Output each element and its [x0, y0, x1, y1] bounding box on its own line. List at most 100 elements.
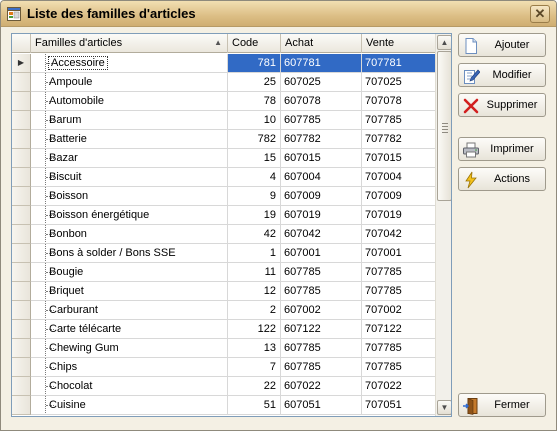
cell-achat[interactable]: 607004	[281, 168, 362, 187]
cell-vente[interactable]: 707025	[362, 73, 445, 92]
cell-vente[interactable]: 707782	[362, 130, 445, 149]
cell-vente[interactable]: 707785	[362, 282, 445, 301]
row-header[interactable]	[12, 206, 31, 225]
cell-achat[interactable]: 607002	[281, 301, 362, 320]
row-header[interactable]: ▶	[12, 54, 31, 73]
row-header[interactable]	[12, 396, 31, 415]
row-header[interactable]	[12, 149, 31, 168]
cell-vente[interactable]: 707002	[362, 301, 445, 320]
delete-button[interactable]: Supprimer	[458, 93, 546, 117]
cell-famille[interactable]: Accessoire	[31, 54, 228, 73]
table-row[interactable]: Chocolat 22 607022 707022	[12, 377, 445, 396]
cell-vente[interactable]: 707004	[362, 168, 445, 187]
cell-famille[interactable]: Carte télécarte	[31, 320, 228, 339]
cell-famille[interactable]: Carburant	[31, 301, 228, 320]
cell-famille[interactable]: Boisson énergétique	[31, 206, 228, 225]
cell-achat[interactable]: 607785	[281, 358, 362, 377]
column-header-famille[interactable]: Familles d'articles ▲	[31, 34, 228, 53]
table-row[interactable]: Ampoule 25 607025 707025	[12, 73, 445, 92]
row-header[interactable]	[12, 168, 31, 187]
table-row[interactable]: ▶ Accessoire 781 607781 707781	[12, 54, 445, 73]
scroll-up-button[interactable]: ▲	[437, 35, 451, 50]
cell-famille[interactable]: Automobile	[31, 92, 228, 111]
cell-code[interactable]: 42	[228, 225, 281, 244]
cell-vente[interactable]: 707785	[362, 111, 445, 130]
cell-achat[interactable]: 607785	[281, 339, 362, 358]
table-row[interactable]: Boisson 9 607009 707009	[12, 187, 445, 206]
cell-famille[interactable]: Bougie	[31, 263, 228, 282]
cell-achat[interactable]: 607781	[281, 54, 362, 73]
cell-code[interactable]: 15	[228, 149, 281, 168]
table-row[interactable]: Carburant 2 607002 707002	[12, 301, 445, 320]
table-row[interactable]: Barum 10 607785 707785	[12, 111, 445, 130]
row-header[interactable]	[12, 244, 31, 263]
cell-vente[interactable]: 707785	[362, 339, 445, 358]
cell-code[interactable]: 11	[228, 263, 281, 282]
scroll-down-button[interactable]: ▼	[437, 400, 451, 415]
cell-achat[interactable]: 607122	[281, 320, 362, 339]
row-header[interactable]	[12, 92, 31, 111]
cell-vente[interactable]: 707051	[362, 396, 445, 415]
cell-code[interactable]: 51	[228, 396, 281, 415]
row-header[interactable]	[12, 263, 31, 282]
cell-famille[interactable]: Barum	[31, 111, 228, 130]
cell-code[interactable]: 13	[228, 339, 281, 358]
row-header[interactable]	[12, 301, 31, 320]
cell-achat[interactable]: 607025	[281, 73, 362, 92]
cell-vente[interactable]: 707785	[362, 358, 445, 377]
cell-famille[interactable]: Biscuit	[31, 168, 228, 187]
table-row[interactable]: Chips 7 607785 707785	[12, 358, 445, 377]
row-header[interactable]	[12, 377, 31, 396]
cell-vente[interactable]: 707001	[362, 244, 445, 263]
table-row[interactable]: Bazar 15 607015 707015	[12, 149, 445, 168]
cell-achat[interactable]: 607785	[281, 282, 362, 301]
cell-achat[interactable]: 607019	[281, 206, 362, 225]
cell-achat[interactable]: 607022	[281, 377, 362, 396]
cell-achat[interactable]: 607051	[281, 396, 362, 415]
table-row[interactable]: Biscuit 4 607004 707004	[12, 168, 445, 187]
cell-vente[interactable]: 707022	[362, 377, 445, 396]
cell-achat[interactable]: 607782	[281, 130, 362, 149]
vertical-scrollbar[interactable]: ▲ ▼	[435, 34, 451, 416]
edit-button[interactable]: Modifier	[458, 63, 546, 87]
cell-code[interactable]: 4	[228, 168, 281, 187]
cell-vente[interactable]: 707781	[362, 54, 445, 73]
table-row[interactable]: Carte télécarte 122 607122 707122	[12, 320, 445, 339]
families-grid[interactable]: Familles d'articles ▲ Code Achat Vente ▶…	[11, 33, 452, 417]
table-row[interactable]: Briquet 12 607785 707785	[12, 282, 445, 301]
cell-famille[interactable]: Briquet	[31, 282, 228, 301]
cell-code[interactable]: 782	[228, 130, 281, 149]
cell-vente[interactable]: 707019	[362, 206, 445, 225]
cell-code[interactable]: 7	[228, 358, 281, 377]
row-header[interactable]	[12, 187, 31, 206]
cell-code[interactable]: 9	[228, 187, 281, 206]
cell-achat[interactable]: 607785	[281, 263, 362, 282]
actions-button[interactable]: Actions	[458, 167, 546, 191]
cell-vente[interactable]: 707009	[362, 187, 445, 206]
cell-code[interactable]: 12	[228, 282, 281, 301]
cell-famille[interactable]: Cuisine	[31, 396, 228, 415]
column-header-achat[interactable]: Achat	[281, 34, 362, 53]
cell-code[interactable]: 122	[228, 320, 281, 339]
table-row[interactable]: Bons à solder / Bons SSE 1 607001 707001	[12, 244, 445, 263]
cell-vente[interactable]: 707785	[362, 263, 445, 282]
table-row[interactable]: Batterie 782 607782 707782	[12, 130, 445, 149]
cell-achat[interactable]: 607015	[281, 149, 362, 168]
cell-famille[interactable]: Ampoule	[31, 73, 228, 92]
title-bar[interactable]: Liste des familles d'articles ✕	[1, 1, 556, 27]
column-header-code[interactable]: Code	[228, 34, 281, 53]
table-row[interactable]: Chewing Gum 13 607785 707785	[12, 339, 445, 358]
table-row[interactable]: Boisson énergétique 19 607019 707019	[12, 206, 445, 225]
cell-famille[interactable]: Bonbon	[31, 225, 228, 244]
cell-code[interactable]: 22	[228, 377, 281, 396]
cell-famille[interactable]: Chewing Gum	[31, 339, 228, 358]
cell-code[interactable]: 2	[228, 301, 281, 320]
cell-code[interactable]: 10	[228, 111, 281, 130]
row-header[interactable]	[12, 282, 31, 301]
add-button[interactable]: Ajouter	[458, 33, 546, 57]
cell-achat[interactable]: 607009	[281, 187, 362, 206]
cell-famille[interactable]: Bazar	[31, 149, 228, 168]
row-header[interactable]	[12, 339, 31, 358]
cell-code[interactable]: 781	[228, 54, 281, 73]
table-row[interactable]: Cuisine 51 607051 707051	[12, 396, 445, 415]
